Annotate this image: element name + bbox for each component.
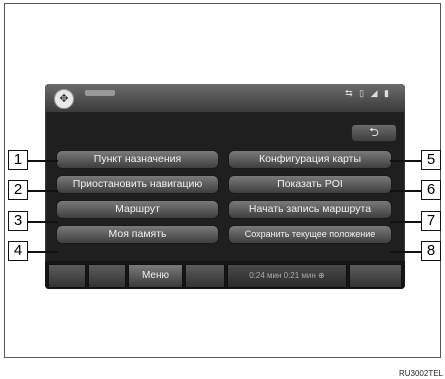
figure-code: RU3002TEL [398,369,443,378]
leader-line-1 [28,160,58,162]
status-bar: ✥ ⇆ ▯ ◢ ▮ [45,84,405,112]
trip-info: 0:24 мин 0:21 мин ⊕ [227,264,347,288]
leader-line-3 [28,221,58,223]
callout-5: 5 [421,150,441,170]
callout-1: 1 [8,150,28,170]
status-bar-label [85,90,115,96]
status-icons: ⇆ ▯ ◢ ▮ [345,88,391,98]
leader-line-5 [390,160,421,162]
callout-7: 7 [421,211,441,231]
menu-tab[interactable]: Меню [128,264,183,288]
navigation-screen: ✥ ⇆ ▯ ◢ ▮ ⮌ Пункт назначения Приостанови… [45,84,405,289]
leader-line-6 [390,190,421,192]
pause-navigation-button[interactable]: Приостановить навигацию [56,175,219,194]
save-current-position-button[interactable]: Сохранить текущее положение [228,225,392,244]
callout-8: 8 [421,241,441,261]
back-button[interactable]: ⮌ [351,124,397,142]
leader-line-7 [390,221,421,223]
bottom-tab-4[interactable] [185,264,225,288]
start-route-recording-button[interactable]: Начать запись маршрута [228,200,392,219]
route-button[interactable]: Маршрут [56,200,219,219]
callout-6: 6 [421,180,441,200]
leader-line-8 [390,251,421,253]
callout-4: 4 [8,241,28,261]
compass-icon[interactable]: ✥ [54,89,74,109]
callout-3: 3 [8,211,28,231]
bottom-tab-6[interactable] [349,264,402,288]
leader-line-2 [28,190,58,192]
show-poi-button[interactable]: Показать POI [228,175,392,194]
my-memory-button[interactable]: Моя память [56,225,219,244]
bottom-tab-2[interactable] [88,264,126,288]
leader-line-4 [28,251,58,253]
callout-2: 2 [8,180,28,200]
map-configuration-button[interactable]: Конфигурация карты [228,150,392,169]
bottom-tab-1[interactable] [48,264,86,288]
bottom-bar: Меню 0:24 мин 0:21 мин ⊕ [45,261,405,289]
destination-button[interactable]: Пункт назначения [56,150,219,169]
